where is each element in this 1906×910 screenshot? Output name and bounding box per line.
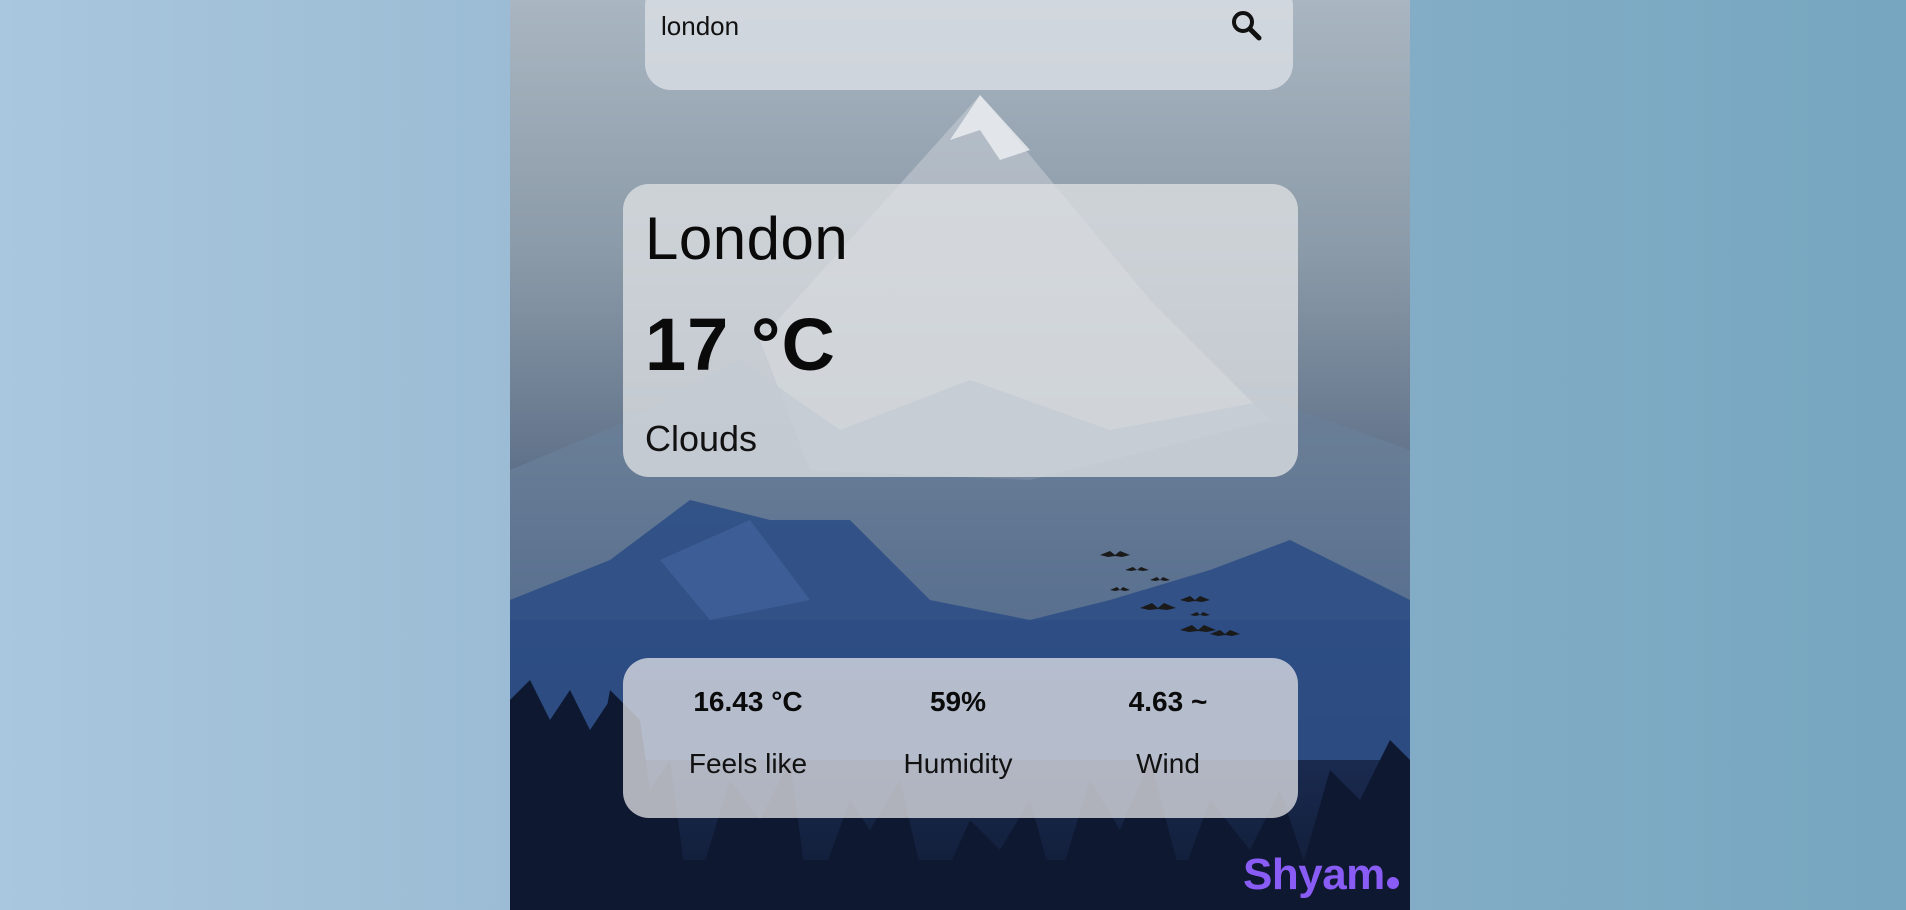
humidity-value: 59%	[929, 686, 987, 717]
wind-value: 4.63 ~	[1128, 686, 1208, 717]
weather-details-card: 16.43 °C Feels like 59% Humidity 4.63 ~ …	[623, 658, 1298, 818]
humidity-stat: 59% Humidity	[853, 686, 1063, 780]
search-bar	[645, 0, 1293, 90]
feels-like-value: 16.43 °C	[693, 686, 803, 717]
humidity-label: Humidity	[903, 748, 1013, 779]
weather-description: Clouds	[645, 418, 758, 459]
brand-logo[interactable]: Shyam	[1243, 850, 1399, 900]
city-name: London	[645, 205, 849, 272]
search-icon[interactable]	[1229, 8, 1263, 42]
feels-like-label: Feels like	[688, 748, 808, 779]
current-weather-card: London 17 °C Clouds	[623, 184, 1298, 477]
wind-stat: 4.63 ~ Wind	[1063, 686, 1273, 780]
brand-dot	[1386, 877, 1399, 889]
temperature: 17 °C	[645, 303, 836, 386]
search-input[interactable]	[659, 0, 1223, 52]
weather-app: London 17 °C Clouds 16.43 °C Feels like …	[510, 0, 1410, 910]
brand-name: Shyam	[1243, 850, 1385, 899]
feels-like-stat: 16.43 °C Feels like	[643, 686, 853, 780]
wind-label: Wind	[1136, 748, 1200, 779]
